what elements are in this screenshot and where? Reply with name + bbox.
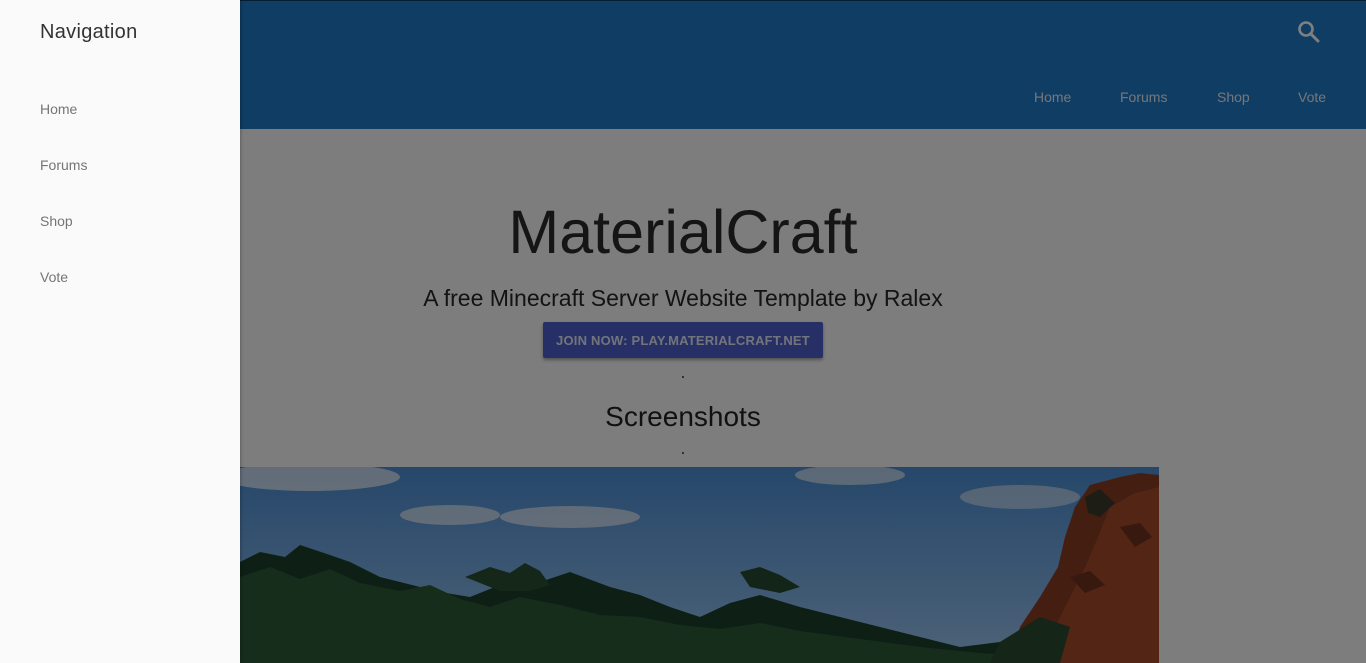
drawer-title: Navigation bbox=[40, 21, 138, 43]
drawer-item-forums[interactable]: Forums bbox=[40, 157, 87, 173]
navigation-drawer: Navigation Home Forums Shop Vote bbox=[0, 0, 240, 663]
page: Home Forums Shop Vote MaterialCraft A fr… bbox=[0, 0, 1366, 663]
drawer-item-shop[interactable]: Shop bbox=[40, 213, 73, 229]
drawer-item-home[interactable]: Home bbox=[40, 101, 77, 117]
drawer-item-vote[interactable]: Vote bbox=[40, 269, 68, 285]
